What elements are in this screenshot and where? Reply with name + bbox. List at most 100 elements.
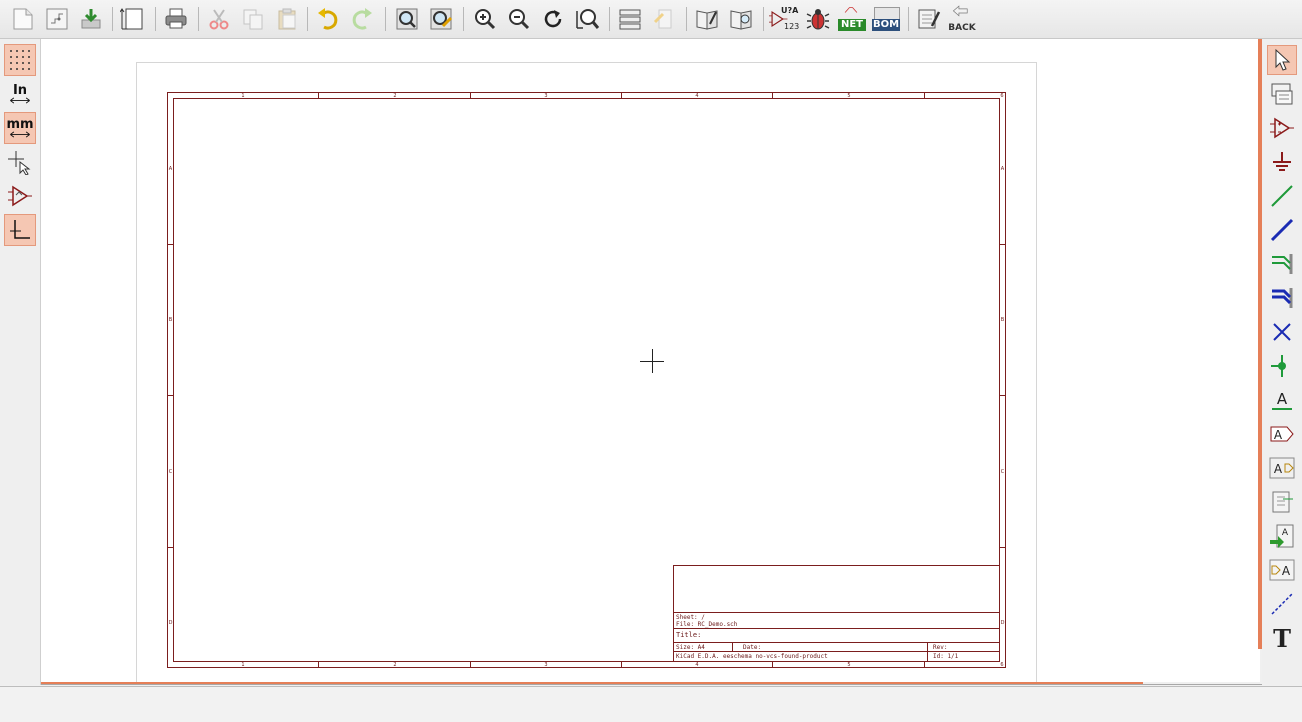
toolbar-separator	[198, 7, 199, 31]
arrow-horizontal-icon	[10, 97, 30, 104]
graphic-line-icon[interactable]	[1267, 589, 1297, 619]
svg-text:A: A	[1274, 428, 1283, 442]
netlist-icon[interactable]: NET	[837, 4, 867, 34]
place-sheet-pin-icon[interactable]: A	[1267, 555, 1297, 585]
tick-label: 6	[1000, 662, 1003, 668]
main-toolbar: U?A 123 NET BOM BACK	[0, 0, 1302, 39]
print-icon[interactable]	[161, 4, 191, 34]
toolbar-separator	[609, 7, 610, 31]
tick-label: A	[1001, 166, 1005, 172]
copy-icon	[238, 4, 268, 34]
cursor-shape-icon[interactable]	[4, 146, 36, 178]
redraw-icon[interactable]	[538, 4, 568, 34]
title-block-size: Size: A4	[676, 644, 705, 651]
tick-label: D	[169, 620, 173, 626]
save-icon[interactable]	[76, 4, 106, 34]
canvas-divider	[41, 684, 1262, 685]
right-tools-toolbar: A A A A A T	[1262, 39, 1302, 685]
select-tool-icon[interactable]	[1267, 45, 1297, 75]
place-net-label-icon[interactable]: A	[1267, 385, 1297, 415]
tick-label: 1	[241, 662, 244, 668]
tick-label: C	[169, 469, 173, 475]
schematic-sheet: 1 2 3 4 5 6 1 2 3 4 5 6 A B C D A B C D	[136, 62, 1037, 682]
svg-text:T: T	[1273, 625, 1291, 651]
svg-text:A: A	[1277, 390, 1288, 408]
import-sheet-pin-icon[interactable]: A	[1267, 521, 1297, 551]
erc-icon[interactable]	[803, 4, 833, 34]
library-editor-icon[interactable]	[692, 4, 722, 34]
find-replace-icon[interactable]	[426, 4, 456, 34]
units-inch-label: In	[12, 83, 28, 98]
annotate-sublabel: 123	[784, 22, 800, 31]
leave-sheet-icon	[649, 4, 679, 34]
edit-fields-icon[interactable]	[914, 4, 944, 34]
bom-icon[interactable]: BOM	[871, 4, 901, 34]
wire-angle-constraint-icon[interactable]	[4, 214, 36, 246]
wire-to-bus-entry-icon[interactable]	[1267, 249, 1297, 279]
back-label: BACK	[948, 23, 976, 33]
units-inch-button[interactable]: In	[4, 78, 36, 110]
netlist-label: NET	[838, 19, 866, 31]
tick-label: C	[1001, 469, 1005, 475]
toolbar-separator	[763, 7, 764, 31]
bus-to-bus-entry-icon[interactable]	[1267, 283, 1297, 313]
place-wire-icon[interactable]	[1267, 181, 1297, 211]
toolbar-separator	[307, 7, 308, 31]
toolbar-separator	[385, 7, 386, 31]
tick-label: 2	[393, 662, 396, 668]
page-outline	[136, 62, 1037, 682]
place-global-label-icon[interactable]: A	[1267, 419, 1297, 449]
title-block-kicad: KiCad E.D.A. eeschema no-vcs-found-produ…	[676, 653, 828, 660]
title-block-id: Id: 1/1	[933, 653, 959, 660]
place-hierarchical-label-icon[interactable]: A	[1267, 453, 1297, 483]
paste-icon	[272, 4, 302, 34]
undo-icon[interactable]	[313, 4, 343, 34]
new-schematic-icon[interactable]	[8, 4, 38, 34]
back-to-pcb-icon[interactable]: BACK	[946, 4, 978, 34]
place-bus-icon[interactable]	[1267, 215, 1297, 245]
arrow-horizontal-icon	[10, 131, 30, 138]
tick-label: 5	[847, 662, 850, 668]
open-schematic-icon[interactable]	[42, 4, 72, 34]
tick-label: B	[1001, 317, 1005, 323]
title-block-sheet: Sheet: /	[676, 614, 705, 621]
zoom-fit-icon[interactable]	[572, 4, 602, 34]
tick-label: 3	[544, 93, 547, 99]
place-symbol-icon[interactable]	[1267, 113, 1297, 143]
units-mm-button[interactable]: mm	[4, 112, 36, 144]
tick-label: 2	[393, 93, 396, 99]
tick-label: 5	[847, 93, 850, 99]
tick-label: 3	[544, 662, 547, 668]
tick-label: B	[169, 317, 173, 323]
place-text-icon[interactable]: T	[1267, 623, 1297, 653]
zoom-out-icon[interactable]	[504, 4, 534, 34]
no-connect-icon[interactable]	[1267, 317, 1297, 347]
place-power-icon[interactable]	[1267, 147, 1297, 177]
cut-icon	[204, 4, 234, 34]
toolbar-separator	[686, 7, 687, 31]
page-settings-icon[interactable]	[118, 4, 148, 34]
toolbar-separator	[908, 7, 909, 31]
annotate-label: U?A	[781, 6, 799, 15]
library-browser-icon[interactable]	[726, 4, 756, 34]
title-block-date: Date:	[743, 644, 761, 651]
annotate-icon[interactable]: U?A 123	[769, 4, 801, 34]
title-block-file: File: RC_Demo.sch	[676, 621, 738, 628]
grid-toggle-icon[interactable]	[4, 44, 36, 76]
tick-label: 1	[241, 93, 244, 99]
hierarchy-navigator-icon[interactable]	[615, 4, 645, 34]
tick-label: D	[1001, 620, 1005, 626]
title-block-title: Title:	[676, 631, 701, 639]
schematic-canvas[interactable]: 1 2 3 4 5 6 1 2 3 4 5 6 A B C D A B C D	[41, 39, 1260, 682]
hidden-pins-icon[interactable]	[4, 180, 36, 212]
find-icon[interactable]	[392, 4, 422, 34]
zoom-in-icon[interactable]	[470, 4, 500, 34]
place-hierarchical-sheet-icon[interactable]	[1267, 487, 1297, 517]
place-junction-icon[interactable]	[1267, 351, 1297, 381]
redo-icon	[347, 4, 377, 34]
hierarchy-navigate-icon[interactable]	[1267, 79, 1297, 109]
tick-label: 4	[695, 93, 698, 99]
svg-text:A: A	[1274, 462, 1283, 476]
tick-label: 6	[1000, 93, 1003, 99]
left-options-toolbar: In mm	[0, 39, 41, 685]
